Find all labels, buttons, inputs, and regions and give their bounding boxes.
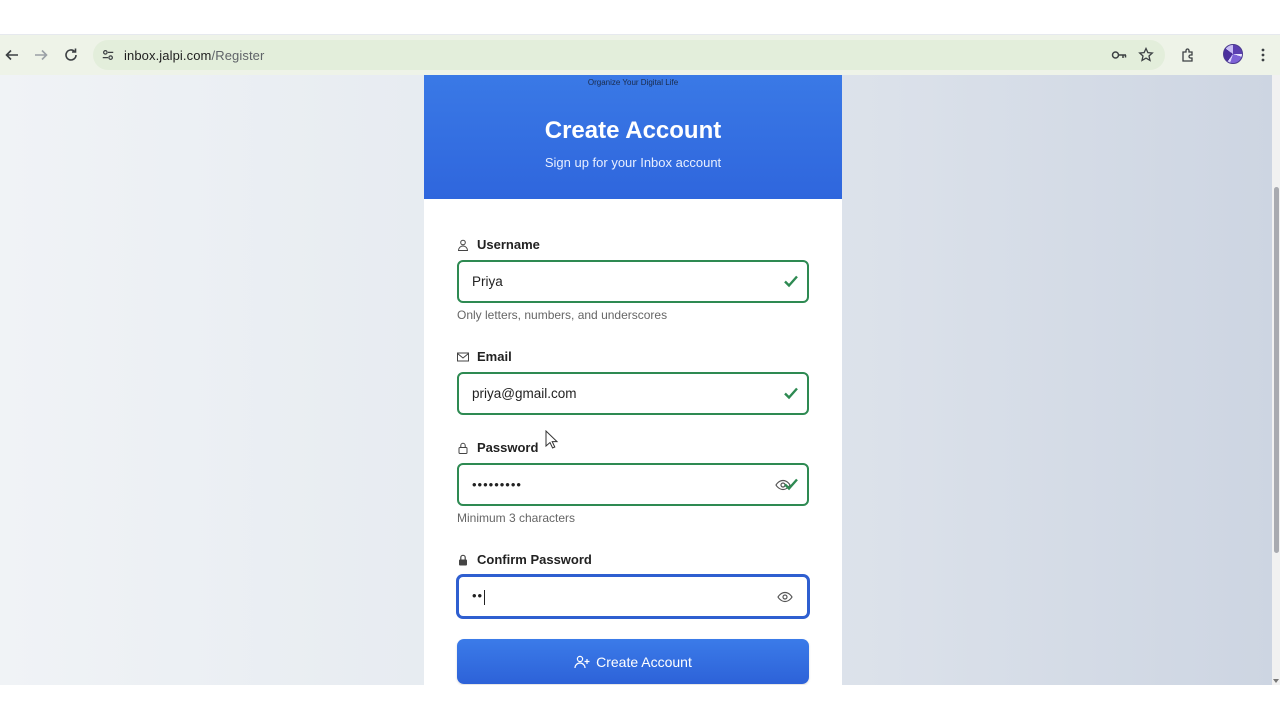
profile-avatar[interactable] [1223, 44, 1243, 64]
confirm-password-value: •• [472, 588, 486, 605]
password-label: Password [477, 440, 539, 455]
url-path: /Register [211, 47, 265, 63]
email-label-row: Email [457, 349, 512, 364]
username-hint: Only letters, numbers, and underscores [457, 308, 668, 322]
page-title: Create Account [544, 117, 722, 144]
site-settings-icon[interactable] [99, 46, 117, 64]
username-value: Priya [472, 274, 503, 289]
add-user-icon [574, 655, 590, 668]
card-header: Organize Your Digital Life Create Accoun… [424, 75, 842, 199]
scrollbar-thumb[interactable] [1274, 187, 1279, 553]
check-icon [784, 478, 798, 491]
bottom-strip [0, 685, 1280, 720]
password-field[interactable]: ••••••••• [457, 463, 809, 506]
check-icon [784, 387, 798, 400]
back-icon[interactable] [0, 43, 24, 67]
create-account-button[interactable]: Create Account [457, 639, 809, 684]
envelope-icon [457, 351, 469, 363]
confirm-password-field[interactable]: •• [457, 575, 809, 618]
password-label-row: Password [457, 440, 538, 455]
url-text[interactable]: inbox.jalpi.com/Register [124, 48, 264, 63]
bookmark-star-icon[interactable] [1135, 44, 1157, 66]
page-viewport: Organize Your Digital Life Create Accoun… [0, 75, 1272, 685]
scroll-down-arrow-icon[interactable] [1273, 679, 1279, 683]
browser-toolbar: inbox.jalpi.com/Register [0, 35, 1280, 75]
user-icon [457, 239, 469, 251]
confirm-password-masked: •• [472, 588, 484, 604]
confirm-password-label-row: Confirm Password [457, 552, 592, 567]
reload-icon[interactable] [59, 43, 83, 67]
extensions-icon[interactable] [1177, 44, 1199, 66]
eye-icon[interactable] [777, 590, 793, 604]
forward-icon[interactable] [29, 43, 53, 67]
lock-icon [457, 554, 469, 566]
tab-strip [0, 0, 1280, 35]
url-domain: inbox.jalpi.com [124, 47, 212, 63]
page-scrollbar[interactable] [1272, 75, 1280, 685]
text-caret [484, 589, 486, 605]
mouse-pointer-icon [545, 430, 559, 449]
kebab-menu-icon[interactable] [1252, 44, 1274, 66]
create-account-label: Create Account [596, 653, 692, 670]
tagline: Organize Your Digital Life [587, 78, 679, 87]
register-card: Organize Your Digital Life Create Accoun… [424, 75, 842, 685]
email-value: priya@gmail.com [472, 386, 577, 401]
email-label: Email [477, 349, 512, 364]
username-field[interactable]: Priya [457, 260, 809, 303]
lock-open-icon [457, 442, 469, 454]
password-hint: Minimum 3 characters [457, 511, 576, 525]
email-field[interactable]: priya@gmail.com [457, 372, 809, 415]
password-value: ••••••••• [472, 477, 522, 492]
address-bar[interactable]: inbox.jalpi.com/Register [93, 40, 1165, 70]
username-label: Username [477, 237, 540, 252]
confirm-password-label: Confirm Password [477, 552, 592, 567]
username-label-row: Username [457, 237, 540, 252]
check-icon [784, 275, 798, 288]
page-subtitle: Sign up for your Inbox account [544, 155, 722, 170]
password-key-icon[interactable] [1108, 44, 1130, 66]
